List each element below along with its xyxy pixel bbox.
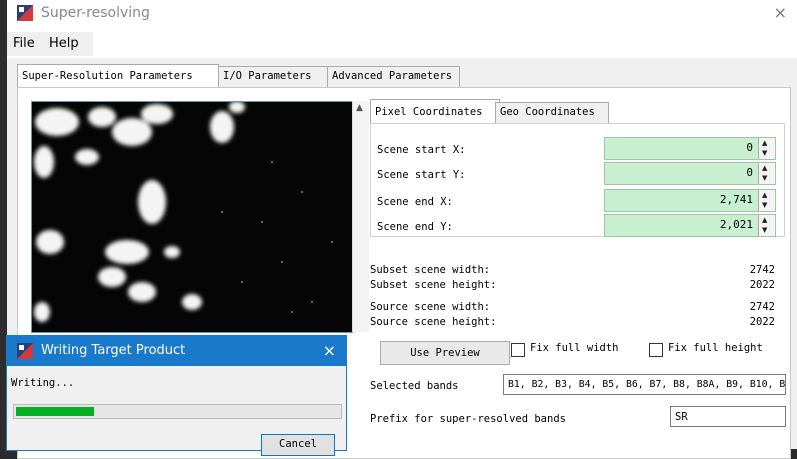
cancel-button[interactable]: Cancel <box>261 434 335 456</box>
writing-target-product-dialog: Writing Target Product × Writing... Canc… <box>6 335 347 456</box>
close-icon[interactable]: × <box>774 3 787 22</box>
fix-full-height-label: Fix full height <box>668 342 763 354</box>
info-source-width: Source scene width: 2742 <box>370 301 775 313</box>
spinner-buttons[interactable]: ▲ ▼ <box>758 138 775 159</box>
info-subset-height: Subset scene height: 2022 <box>370 279 775 291</box>
app-icon <box>17 5 33 21</box>
menu-file[interactable]: File <box>13 36 35 51</box>
selected-bands-label: Selected bands <box>370 380 459 392</box>
dialog-status: Writing... <box>11 377 75 389</box>
prefix-field[interactable]: SR <box>670 406 786 427</box>
tab-geo-coordinates[interactable]: Geo Coordinates <box>495 102 609 123</box>
tab-pixel-coordinates[interactable]: Pixel Coordinates <box>370 99 500 123</box>
pixel-coordinates-panel: Scene start X: 0 ▲ ▼ Scene start Y: 0 ▲ ▼ … <box>370 123 785 237</box>
scene-preview-image[interactable] <box>31 101 353 333</box>
progress-bar <box>13 404 342 419</box>
menu-bar: File Help <box>7 32 93 56</box>
scene-start-y-label: Scene start Y: <box>377 169 466 181</box>
dialog-title-bar: Writing Target Product × <box>7 336 346 366</box>
preview-scrollbar[interactable]: ▲ <box>352 101 369 332</box>
tab-super-resolution-parameters[interactable]: Super-Resolution Parameters <box>17 64 219 87</box>
scene-start-x-label: Scene start X: <box>377 144 466 156</box>
fix-full-width-checkbox[interactable] <box>511 343 525 357</box>
menu-help[interactable]: Help <box>49 36 79 51</box>
scene-end-y-spinner[interactable]: 2,021 ▲ ▼ <box>604 214 776 237</box>
spinner-buttons[interactable]: ▲ ▼ <box>758 215 775 236</box>
prefix-label: Prefix for super-resolved bands <box>370 413 566 425</box>
cloud-preview <box>32 102 352 332</box>
scene-end-x-label: Scene end X: <box>377 196 453 208</box>
app-icon <box>17 343 33 359</box>
tab-io-parameters[interactable]: I/O Parameters <box>218 66 328 87</box>
title-bar: Super-resolving × <box>7 0 797 28</box>
info-source-height: Source scene height: 2022 <box>370 316 775 328</box>
spinner-buttons[interactable]: ▲ ▼ <box>758 163 775 184</box>
close-icon[interactable]: × <box>323 341 336 360</box>
super-resolving-window: Super-resolving × File Help Super-Resolu… <box>0 0 797 459</box>
progress-fill <box>16 407 94 416</box>
dialog-title: Writing Target Product <box>41 343 186 358</box>
scene-end-y-label: Scene end Y: <box>377 221 453 233</box>
use-preview-button[interactable]: Use Preview <box>380 341 510 365</box>
fix-full-height-checkbox[interactable] <box>649 343 663 357</box>
scene-end-x-spinner[interactable]: 2,741 ▲ ▼ <box>604 189 776 212</box>
spinner-buttons[interactable]: ▲ ▼ <box>758 190 775 211</box>
scene-start-y-spinner[interactable]: 0 ▲ ▼ <box>604 162 776 185</box>
tab-advanced-parameters[interactable]: Advanced Parameters <box>327 66 460 87</box>
scroll-up-icon[interactable]: ▲ <box>356 103 363 113</box>
info-subset-width: Subset scene width: 2742 <box>370 264 775 276</box>
scene-start-x-spinner[interactable]: 0 ▲ ▼ <box>604 137 776 160</box>
fix-full-width-label: Fix full width <box>530 342 619 354</box>
selected-bands-field[interactable]: B1, B2, B3, B4, B5, B6, B7, B8, B8A, B9,… <box>503 374 786 395</box>
window-title: Super-resolving <box>41 5 150 21</box>
